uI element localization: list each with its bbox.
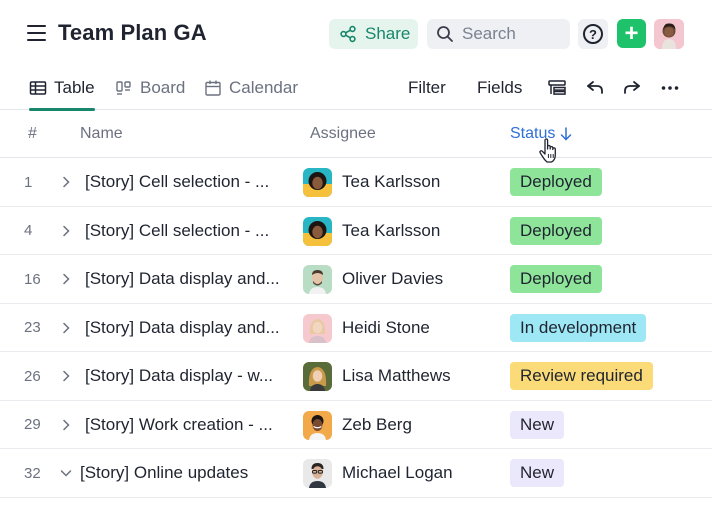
view-toolbar: Table Board Calendar Filter Fields	[0, 66, 712, 111]
redo-icon[interactable]	[622, 78, 642, 98]
row-number: 23	[24, 319, 41, 336]
row-name[interactable]: [Story] Data display and...	[85, 255, 280, 303]
status-badge[interactable]: In development	[510, 313, 647, 342]
avatar	[303, 265, 332, 294]
avatar	[303, 459, 332, 488]
chevron-right-icon[interactable]	[59, 321, 73, 335]
add-button[interactable]: +	[617, 19, 646, 48]
row-name[interactable]: [Story] Data display and...	[85, 304, 280, 352]
page-title: Team Plan GA	[58, 20, 207, 45]
table-row[interactable]: 26 [Story] Data display - w... Lisa Matt…	[0, 352, 712, 401]
status-badge[interactable]: Review required	[510, 362, 653, 390]
user-avatar-image	[654, 19, 684, 49]
share-button[interactable]: Share	[329, 19, 418, 49]
row-name[interactable]: [Story] Cell selection - ...	[85, 207, 269, 255]
row-name[interactable]: [Story] Cell selection - ...	[85, 158, 269, 206]
table-row[interactable]: 32 [Story] Online updates Michael Logan …	[0, 449, 712, 498]
row-number: 29	[24, 416, 41, 433]
table-row[interactable]: 29 [Story] Work creation - ... Zeb Berg …	[0, 401, 712, 449]
undo-icon[interactable]	[585, 78, 605, 98]
table-row[interactable]: 16 [Story] Data display and... Oliver Da…	[0, 255, 712, 304]
tab-table-label: Table	[54, 78, 95, 97]
sort-descending-icon[interactable]	[560, 127, 572, 141]
fields-button[interactable]: Fields	[477, 66, 522, 110]
board-icon	[116, 81, 131, 95]
filter-button[interactable]: Filter	[408, 66, 446, 110]
status-badge[interactable]: New	[510, 459, 565, 487]
search-input[interactable]: Search	[427, 19, 570, 49]
row-assignee: Oliver Davies	[342, 269, 444, 288]
status-badge[interactable]: Deployed	[510, 168, 602, 196]
row-assignee: Michael Logan	[342, 463, 453, 482]
row-assignee: Tea Karlsson	[342, 220, 441, 240]
chevron-down-icon[interactable]	[59, 466, 73, 480]
chevron-right-icon[interactable]	[59, 175, 73, 189]
table-header: # Name Assignee Status	[0, 110, 712, 158]
status-badge[interactable]: New	[510, 410, 565, 439]
tab-board-label: Board	[140, 78, 186, 97]
column-header-number[interactable]: #	[28, 110, 37, 158]
help-button[interactable]: ?	[578, 19, 608, 49]
row-number: 4	[24, 222, 33, 239]
user-avatar[interactable]	[654, 19, 684, 49]
column-header-name[interactable]: Name	[80, 110, 123, 158]
status-badge[interactable]: Deployed	[510, 265, 602, 293]
more-icon[interactable]	[660, 78, 680, 98]
row-assignee: Tea Karlsson	[342, 172, 441, 191]
avatar	[303, 313, 332, 343]
row-name[interactable]: [Story] Work creation - ...	[85, 401, 273, 449]
tab-calendar[interactable]: Calendar	[204, 66, 298, 110]
table-icon	[29, 81, 47, 95]
table-row[interactable]: 23 [Story] Data display and... Heidi Sto…	[0, 304, 712, 352]
tab-calendar-label: Calendar	[229, 78, 298, 97]
avatar	[303, 168, 332, 197]
row-assignee: Zeb Berg	[342, 414, 412, 434]
chevron-right-icon[interactable]	[59, 418, 73, 432]
row-name[interactable]: [Story] Online updates	[80, 449, 248, 497]
calendar-icon	[205, 80, 221, 96]
share-icon	[340, 25, 356, 43]
row-number: 26	[24, 367, 41, 385]
chevron-right-icon[interactable]	[59, 224, 73, 238]
row-number: 1	[24, 173, 33, 191]
tab-table[interactable]: Table	[29, 66, 95, 111]
tab-board[interactable]: Board	[115, 66, 185, 110]
group-icon[interactable]	[547, 78, 567, 98]
avatar	[303, 410, 332, 440]
status-badge[interactable]: Deployed	[510, 216, 602, 245]
row-assignee: Heidi Stone	[342, 317, 430, 337]
app-header: Team Plan GA Share Search ? +	[0, 0, 712, 66]
column-header-assignee[interactable]: Assignee	[310, 110, 376, 158]
menu-icon[interactable]	[27, 25, 46, 41]
row-name[interactable]: [Story] Data display - w...	[85, 352, 273, 400]
avatar	[303, 362, 332, 391]
search-placeholder: Search	[462, 24, 516, 43]
chevron-right-icon[interactable]	[59, 272, 73, 286]
table-row[interactable]: 1 [Story] Cell selection - ... Tea Karls…	[0, 158, 712, 207]
share-label: Share	[365, 24, 411, 43]
chevron-right-icon[interactable]	[59, 369, 73, 383]
row-number: 16	[24, 270, 41, 288]
row-assignee: Lisa Matthews	[342, 366, 451, 385]
avatar	[303, 216, 332, 246]
table-row[interactable]: 4 [Story] Cell selection - ... Tea Karls…	[0, 207, 712, 255]
help-icon: ?	[583, 24, 603, 44]
search-icon	[437, 26, 453, 42]
row-number: 32	[24, 464, 41, 482]
